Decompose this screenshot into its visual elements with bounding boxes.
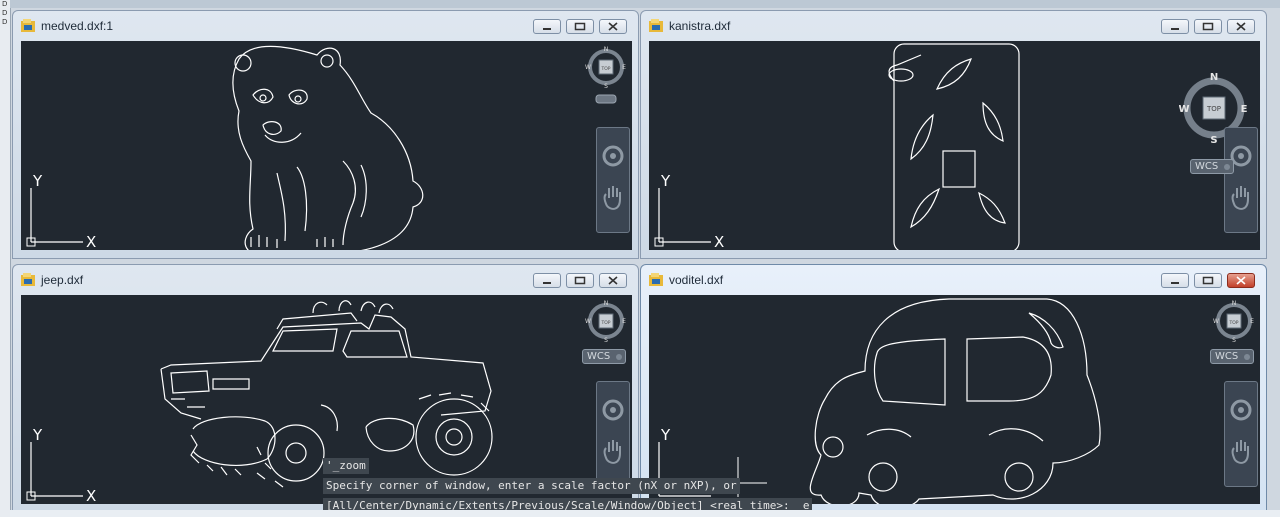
svg-text:E: E [622,318,626,325]
svg-text:E: E [1241,104,1248,115]
restore-button[interactable] [566,273,594,288]
svg-text:W: W [1179,104,1190,115]
wcs-dropdown[interactable]: WCS [582,349,626,364]
drawing-viewport[interactable]: TOP N S W E Y X [21,41,632,250]
close-button[interactable] [1227,273,1255,288]
drawing-viewport[interactable]: TOP N S W E WCS Y X [649,41,1260,250]
svg-text:Y: Y [32,172,43,190]
bottom-strip [10,510,1280,517]
viewcube-compass[interactable]: TOP N S W E [584,299,628,347]
svg-text:S: S [604,83,608,90]
svg-text:S: S [604,337,608,344]
dxf-file-icon [21,273,35,286]
minimize-icon [543,281,551,284]
viewcube-face: TOP [1228,320,1238,326]
dxf-file-icon [21,19,35,32]
dxf-file-icon [649,19,663,32]
command-line-zoom: '_zoom [323,458,369,474]
svg-text:N: N [604,46,609,53]
pan-hand-icon[interactable] [1230,184,1252,212]
window-titlebar[interactable]: medved.dxf:1 [13,11,638,39]
close-icon [608,22,618,31]
wcs-dropdown[interactable]: WCS [1210,349,1254,364]
viewcube-compass[interactable]: TOP N S W E [584,45,628,107]
close-icon [608,276,618,285]
restore-button[interactable] [1194,273,1222,288]
svg-text:Y: Y [32,426,43,444]
minimize-icon [543,27,551,30]
wcs-dropdown[interactable]: WCS [1190,159,1234,174]
restore-icon [574,276,586,285]
window-titlebar[interactable]: jeep.dxf [13,265,638,293]
navigation-bar[interactable] [596,381,630,487]
drawing-window-medved[interactable]: medved.dxf:1 TOP N S W E Y X [12,10,639,259]
svg-text:W: W [585,64,591,71]
close-icon [1236,276,1246,285]
window-title: medved.dxf:1 [41,19,114,33]
restore-icon [574,22,586,31]
edge-letter: D [2,9,8,17]
navigation-bar[interactable] [1224,127,1258,233]
svg-text:N: N [1232,300,1237,307]
window-titlebar[interactable]: kanistra.dxf [641,11,1266,39]
minimize-icon [1171,281,1179,284]
navigation-bar[interactable] [596,127,630,233]
svg-text:W: W [585,318,591,325]
ucs-icon: Y X [654,172,724,248]
minimize-button[interactable] [1161,273,1189,288]
svg-text:X: X [86,487,96,502]
drawing-window-jeep[interactable]: jeep.dxf TOP N S W E WCS Y X [12,264,639,513]
drawing-viewport[interactable]: TOP N S W E WCS Y [649,295,1260,504]
ucs-icon: Y X [26,426,96,502]
svg-text:X: X [86,233,96,248]
steering-wheel-icon[interactable] [1230,398,1252,426]
ucs-icon: Y X [26,172,96,248]
pan-hand-icon[interactable] [1230,438,1252,466]
svg-text:W: W [1213,318,1219,325]
restore-icon [1202,276,1214,285]
dxf-file-icon [649,273,663,286]
window-title: jeep.dxf [41,273,84,287]
viewcube-face: TOP [600,66,610,72]
svg-text:Y: Y [660,172,671,190]
minimize-button[interactable] [1161,19,1189,34]
svg-text:N: N [604,300,609,307]
viewcube-face: TOP [600,320,610,326]
svg-text:E: E [1250,318,1254,325]
svg-text:Y: Y [660,426,671,444]
top-border [10,0,1280,8]
edge-letter: D [2,18,8,26]
restore-button[interactable] [1194,19,1222,34]
window-title: kanistra.dxf [669,19,731,33]
minimize-button[interactable] [533,273,561,288]
svg-text:S: S [1232,337,1236,344]
steering-wheel-icon[interactable] [602,144,624,172]
drawing-window-kanistra[interactable]: kanistra.dxf TOP N S W E WCS Y X [640,10,1267,259]
close-button[interactable] [599,273,627,288]
edge-letter: D [2,0,8,8]
viewcube-compass[interactable]: TOP N S W E [1212,299,1256,347]
left-edge-strip: D D D [0,0,11,517]
pan-hand-icon[interactable] [602,184,624,212]
window-title: voditel.dxf [669,273,724,287]
steering-wheel-icon[interactable] [602,398,624,426]
restore-button[interactable] [566,19,594,34]
restore-icon [1202,22,1214,31]
viewcube-face: TOP [1206,105,1221,113]
window-titlebar[interactable]: voditel.dxf [641,265,1266,293]
pan-hand-icon[interactable] [602,438,624,466]
close-button[interactable] [599,19,627,34]
svg-text:N: N [1210,72,1218,83]
minimize-button[interactable] [533,19,561,34]
drawing-window-voditel[interactable]: voditel.dxf TOP N S W E WCS Y [640,264,1267,513]
svg-text:E: E [622,64,626,71]
close-icon [1236,22,1246,31]
svg-text:X: X [714,233,724,248]
svg-text:S: S [1210,135,1217,145]
close-button[interactable] [1227,19,1255,34]
command-prompt-line: Specify corner of window, enter a scale … [323,478,740,494]
navigation-bar[interactable] [1224,381,1258,487]
minimize-icon [1171,27,1179,30]
